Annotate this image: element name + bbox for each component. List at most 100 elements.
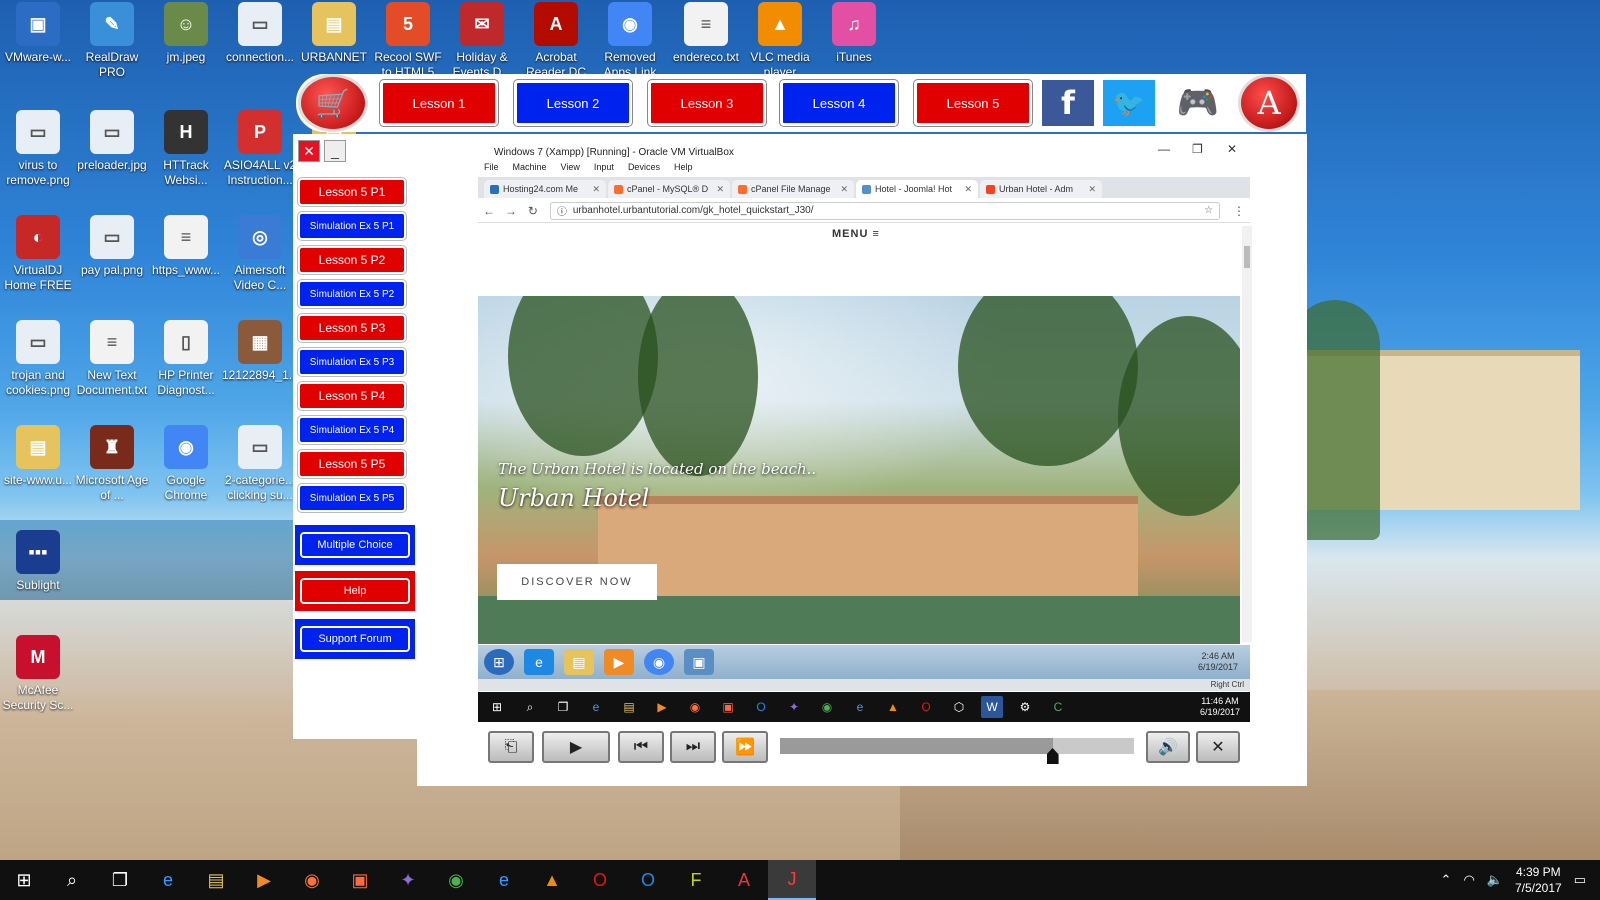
tab-close-icon[interactable]: ✕ [964,184,972,195]
lesson-5-button[interactable]: Lesson 5 [914,80,1032,126]
browser-tab[interactable]: cPanel - MySQL® D ✕ [608,180,730,198]
fast-forward-button[interactable]: ⏩ [722,731,768,763]
desktop-icon[interactable]: ▭ pay pal.png [74,215,150,278]
browser-tab[interactable]: cPanel File Manage ✕ [732,180,854,198]
desktop-icon[interactable]: ▭ connection... [222,2,298,65]
tab-close-icon[interactable]: ✕ [840,184,848,195]
firefox-icon[interactable]: ◉ [288,860,336,900]
explorer-icon[interactable]: ▤ [618,696,640,718]
panel-minimize-icon[interactable]: _ [324,140,346,162]
vm-menu-input[interactable]: Input [594,162,614,178]
tab-close-icon[interactable]: ✕ [592,184,600,195]
lesson-5-p3-button[interactable]: Lesson 5 P3 [298,314,406,342]
lesson-2-button[interactable]: Lesson 2 [514,80,632,126]
exit-lesson-button[interactable]: ⎗ [488,731,534,763]
host-clock[interactable]: 4:39 PM 7/5/2017 [1515,864,1562,896]
task-view-icon[interactable]: ❐ [552,696,574,718]
panel-close-icon[interactable]: ✕ [298,140,320,162]
lesson-5-p5-button[interactable]: Lesson 5 P5 [298,450,406,478]
desktop-icon[interactable]: ▤ site-www.u... [0,425,76,488]
seek-bar[interactable] [780,738,1134,764]
vm-close-icon[interactable]: ✕ [1227,142,1237,156]
lesson-1-button[interactable]: Lesson 1 [380,80,498,126]
desktop-icon[interactable]: ▤ URBANNET [296,2,372,65]
win7-start-icon[interactable]: ⊞ [484,649,514,675]
search-icon[interactable]: ⌕ [519,696,541,718]
lesson-5-p1-button[interactable]: Lesson 5 P1 [298,178,406,206]
reload-icon[interactable]: ↻ [522,204,544,218]
play-button[interactable]: ▶ [542,731,610,763]
edge-icon[interactable]: e [144,860,192,900]
vlc-icon[interactable]: ▲ [882,696,904,718]
volume-button[interactable]: 🔊 [1146,731,1190,763]
lesson-5-p4-button[interactable]: Lesson 5 P4 [298,382,406,410]
browser-tab[interactable]: Hotel - Joomla! Hot ✕ [856,180,978,198]
lesson-4-button[interactable]: Lesson 4 [780,80,898,126]
chrome-icon[interactable]: ◉ [644,649,674,675]
desktop-icon[interactable]: ≡ New Text Document.txt [74,320,150,398]
bookmark-star-icon[interactable]: ☆ [1204,205,1213,216]
multiple-choice-button[interactable]: Multiple Choice [300,532,410,558]
simulation-5-p5-button[interactable]: Simulation Ex 5 P5 [298,484,406,512]
media-icon[interactable]: ▶ [651,696,673,718]
desktop-icon[interactable]: ◐ VirtualDJ Home FREE [0,215,76,293]
desktop-icon[interactable]: ◉ Google Chrome [148,425,224,503]
desktop-icon[interactable]: ▯ HP Printer Diagnost... [148,320,224,398]
wifi-icon[interactable]: ◠ [1463,872,1474,888]
desktop-icon[interactable]: ◎ Aimersoft Video C... [222,215,298,293]
lesson-app-icon[interactable]: J [768,860,816,900]
notifications-icon[interactable]: ▭ [1574,872,1586,888]
site-menu-toggle[interactable]: MENU ≡ [832,228,880,240]
vlc-icon[interactable]: ▲ [528,860,576,900]
desktop-icon[interactable]: ≡ https_www... [148,215,224,278]
cart-button[interactable]: 🛒 [298,74,368,132]
previous-button[interactable]: ⏮ [618,731,664,763]
desktop-icon[interactable]: M McAfee Security Sc... [0,635,76,713]
vm-menu-view[interactable]: View [561,162,580,178]
outlook-icon[interactable]: O [624,860,672,900]
lesson-3-button[interactable]: Lesson 3 [648,80,766,126]
desktop-icon[interactable]: ▭ trojan and cookies.png [0,320,76,398]
simulation-5-p4-button[interactable]: Simulation Ex 5 P4 [298,416,406,444]
opera-icon[interactable]: O [915,696,937,718]
desktop-icon[interactable]: ▭ 2-categorie... clicking su... [222,425,298,503]
browser-tab[interactable]: Urban Hotel - Adm ✕ [980,180,1102,198]
vm-menu-machine[interactable]: Machine [513,162,547,178]
support-forum-button[interactable]: Support Forum [300,626,410,652]
acrobat-icon[interactable]: A [720,860,768,900]
facebook-icon[interactable]: f [1042,80,1094,126]
outlook-icon[interactable]: O [750,696,772,718]
tab-close-icon[interactable]: ✕ [1088,184,1096,195]
desktop-icon[interactable]: 5 Recool SWF to HTML5 [370,2,446,80]
network-app-icon[interactable]: ▣ [684,649,714,675]
desktop-icon[interactable]: ▲ VLC media player [742,2,818,80]
firefox-icon[interactable]: ◉ [684,696,706,718]
vm-minimize-icon[interactable]: — [1158,142,1170,156]
opera-icon[interactable]: O [576,860,624,900]
forward-icon[interactable]: → [500,204,522,218]
desktop-icon[interactable]: ≡ endereco.txt [668,2,744,65]
media-player-icon[interactable]: ▶ [604,649,634,675]
desktop-icon[interactable]: ♜ Microsoft Age of ... [74,425,150,503]
ie-icon[interactable]: e [480,860,528,900]
settings-icon[interactable]: ⚙ [1014,696,1036,718]
chevron-up-icon[interactable]: ⌃ [1441,872,1452,888]
scrollbar-thumb[interactable] [1244,246,1250,268]
explorer-icon[interactable]: ▤ [192,860,240,900]
desktop-icon[interactable]: H HTTrack Websi... [148,110,224,188]
desktop-icon[interactable]: ▣ VMware-w... [0,2,76,65]
windows-start-icon[interactable]: ⊞ [0,860,48,900]
desktop-icon[interactable]: ▭ preloader.jpg [74,110,150,173]
ie-icon[interactable]: e [524,649,554,675]
desktop-icon[interactable]: A Acrobat Reader DC [518,2,594,80]
app-icon[interactable]: ✦ [783,696,805,718]
discover-now-button[interactable]: DISCOVER NOW [497,564,657,600]
close-player-button[interactable]: ✕ [1196,731,1240,763]
ie-icon[interactable]: e [849,696,871,718]
media-icon[interactable]: ▶ [240,860,288,900]
simulation-5-p2-button[interactable]: Simulation Ex 5 P2 [298,280,406,308]
vm-restore-icon[interactable]: ❐ [1192,142,1203,156]
desktop-icon[interactable]: ♫ iTunes [816,2,892,65]
desktop-icon[interactable]: ☺ jm.jpeg [148,2,224,65]
next-button[interactable]: ⏭ [670,731,716,763]
